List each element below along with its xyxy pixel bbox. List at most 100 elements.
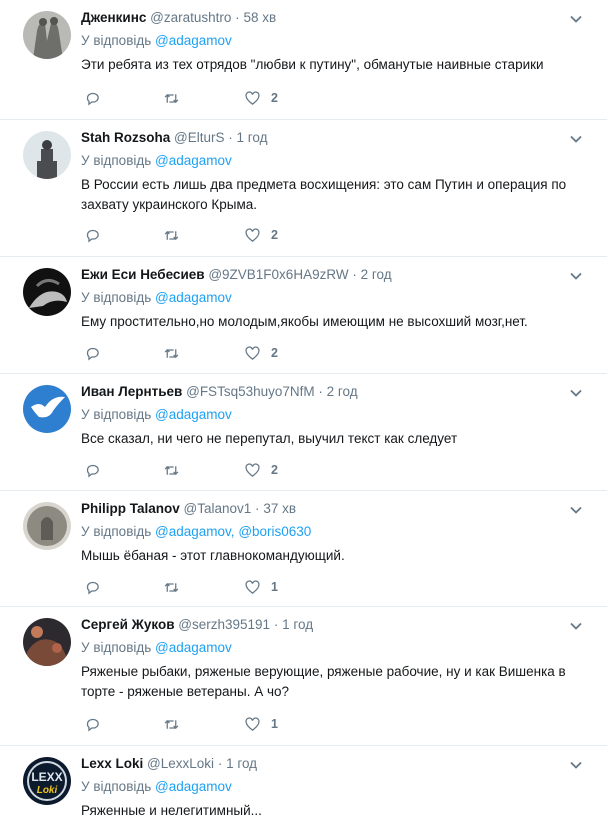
tweet-text: Ему простительно,но молодым,якобы имеющи… — [81, 314, 528, 329]
timestamp[interactable]: 58 хв — [243, 10, 276, 25]
retweet-icon — [164, 93, 179, 103]
reply-icon — [86, 718, 99, 731]
avatar[interactable] — [23, 385, 71, 433]
heart-icon — [245, 345, 260, 360]
reply-context: У відповідь @adagamov — [81, 407, 232, 422]
like-button[interactable]: 2 — [244, 461, 278, 479]
retweet-button[interactable] — [163, 226, 190, 244]
tweet[interactable]: Stah Rozsoha @ElturS · 1 год У відповідь… — [0, 120, 607, 257]
retweet-button[interactable] — [163, 461, 190, 479]
timestamp[interactable]: 1 год — [282, 617, 313, 632]
user-handle[interactable]: @serzh395191 — [178, 617, 270, 632]
reply-context: У відповідь @adagamov — [81, 33, 232, 48]
like-button[interactable]: 1 — [244, 578, 278, 596]
tweet-actions: 2 — [84, 89, 304, 107]
retweet-button[interactable] — [163, 344, 190, 362]
reply-button[interactable] — [84, 89, 101, 107]
user-handle[interactable]: @Talanov1 — [184, 501, 252, 516]
like-count: 1 — [271, 717, 278, 731]
mention-link[interactable]: @adagamov — [155, 290, 232, 305]
tweet-text: Эти ребята из тех отрядов "любви к путин… — [81, 57, 544, 72]
reply-button[interactable] — [84, 461, 101, 479]
display-name[interactable]: Иван Лернтьев — [81, 384, 182, 399]
tweet-text: Все сказал, ни чего не перепутал, выучил… — [81, 431, 458, 446]
heart-icon — [245, 90, 260, 105]
avatar[interactable] — [23, 268, 71, 316]
reply-button[interactable] — [84, 578, 101, 596]
reply-icon — [86, 464, 99, 477]
timestamp[interactable]: 1 год — [226, 756, 257, 771]
chevron-down-icon[interactable] — [569, 386, 583, 400]
tweet[interactable]: Дженкинс @zaratushtro · 58 хв У відповід… — [0, 0, 607, 120]
retweet-icon — [164, 719, 179, 729]
timestamp[interactable]: 37 хв — [263, 501, 296, 516]
tweet-text: Ряженые рыбаки, ряженые верующие, ряжены… — [81, 664, 566, 699]
like-count: 2 — [271, 346, 278, 360]
chevron-down-icon[interactable] — [569, 503, 583, 517]
user-handle[interactable]: @ElturS — [174, 130, 224, 145]
mention-link[interactable]: @adagamov — [155, 33, 232, 48]
display-name[interactable]: Дженкинс — [81, 10, 146, 25]
avatar[interactable]: LEXX Loki — [23, 757, 71, 805]
avatar[interactable] — [23, 131, 71, 179]
chevron-down-icon[interactable] — [569, 269, 583, 283]
chevron-down-icon[interactable] — [569, 12, 583, 26]
reply-context: У відповідь @adagamov — [81, 290, 232, 305]
tweet-text: Мышь ёбаная - этот главнокомандующий. — [81, 548, 345, 563]
display-name[interactable]: Philipp Talanov — [81, 501, 180, 516]
retweet-button[interactable] — [163, 89, 190, 107]
timestamp[interactable]: 2 год — [361, 267, 392, 282]
avatar[interactable] — [23, 618, 71, 666]
reply-context: У відповідь @adagamov — [81, 640, 232, 655]
heart-icon — [245, 716, 260, 731]
like-button[interactable]: 2 — [244, 344, 278, 362]
mention-link[interactable]: @adagamov — [155, 407, 232, 422]
mention-link[interactable]: @adagamov — [155, 779, 232, 794]
user-handle[interactable]: @zaratushtro — [150, 10, 231, 25]
svg-text:LEXX: LEXX — [31, 770, 62, 784]
tweet[interactable]: Сергей Жуков @serzh395191 · 1 год У відп… — [0, 607, 607, 746]
avatar[interactable] — [23, 11, 71, 59]
reply-button[interactable] — [84, 715, 101, 733]
display-name[interactable]: Ежи Еси Небесиев — [81, 267, 205, 282]
reply-context: У відповідь @adagamov, @boris0630 — [81, 524, 312, 539]
like-count: 2 — [271, 463, 278, 477]
avatar[interactable] — [23, 502, 71, 550]
retweet-button[interactable] — [163, 715, 190, 733]
reply-button[interactable] — [84, 344, 101, 362]
display-name[interactable]: Stah Rozsoha — [81, 130, 170, 145]
reply-button[interactable] — [84, 226, 101, 244]
display-name[interactable]: Lexx Loki — [81, 756, 143, 771]
tweet[interactable]: Philipp Talanov @Talanov1 · 37 хв У відп… — [0, 491, 607, 607]
tweet-actions: 2 — [84, 461, 304, 479]
user-handle[interactable]: @LexxLoki — [147, 756, 214, 771]
chevron-down-icon[interactable] — [569, 132, 583, 146]
user-handle[interactable]: @FSTsq53huyo7NfM — [186, 384, 315, 399]
like-button[interactable]: 1 — [244, 715, 278, 733]
retweet-button[interactable] — [163, 578, 190, 596]
tweet[interactable]: LEXX Loki Lexx Loki @LexxLoki · 1 год У в… — [0, 746, 607, 833]
user-handle[interactable]: @9ZVB1F0x6HA9zRW — [208, 267, 348, 282]
reply-context: У відповідь @adagamov — [81, 153, 232, 168]
mention-link[interactable]: @boris0630 — [238, 524, 311, 539]
like-count: 1 — [271, 580, 278, 594]
display-name[interactable]: Сергей Жуков — [81, 617, 175, 632]
tweet-actions: 1 — [84, 578, 304, 596]
heart-icon — [245, 227, 260, 242]
tweet[interactable]: Ежи Еси Небесиев @9ZVB1F0x6HA9zRW · 2 го… — [0, 257, 607, 374]
tweet-text: В России есть лишь два предмета восхищен… — [81, 177, 567, 212]
like-button[interactable]: 2 — [244, 226, 278, 244]
timestamp[interactable]: 1 год — [237, 130, 268, 145]
like-button[interactable]: 2 — [244, 89, 278, 107]
retweet-icon — [164, 582, 179, 592]
mention-link[interactable]: @adagamov — [155, 153, 232, 168]
reply-icon — [86, 229, 99, 242]
chevron-down-icon[interactable] — [569, 619, 583, 633]
mention-link[interactable]: @adagamov — [155, 524, 231, 539]
mention-link[interactable]: @adagamov — [155, 640, 232, 655]
tweet[interactable]: Иван Лернтьев @FSTsq53huyo7NfM · 2 год У… — [0, 374, 607, 491]
chevron-down-icon[interactable] — [569, 758, 583, 772]
tweet-actions: 1 — [84, 715, 304, 733]
like-count: 2 — [271, 228, 278, 242]
timestamp[interactable]: 2 год — [327, 384, 358, 399]
